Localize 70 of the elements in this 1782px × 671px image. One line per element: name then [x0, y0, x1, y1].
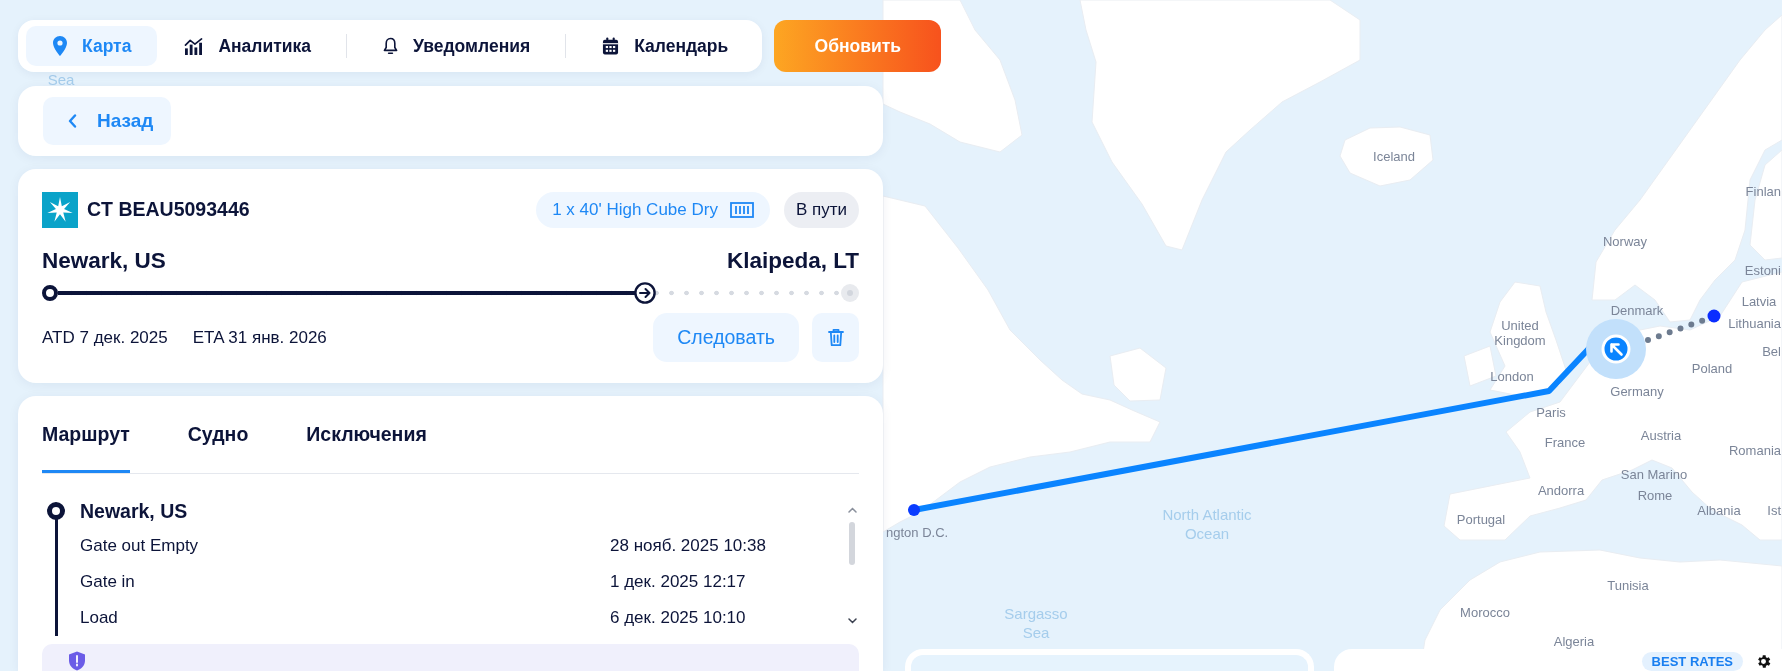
place-label: Estoni: [1744, 262, 1781, 278]
place-label: Denmark: [1610, 302, 1664, 318]
trash-icon: [827, 328, 844, 347]
vessel-marker-icon[interactable]: [1586, 319, 1646, 379]
stop-name: Newark, US: [80, 500, 189, 522]
place-label: Iceland: [1373, 148, 1415, 164]
container-icon: [729, 201, 754, 218]
settings-icon[interactable]: [1755, 653, 1772, 670]
map-pin-icon: [53, 36, 67, 56]
place-label: Norway: [1602, 233, 1648, 249]
chevron-down-icon[interactable]: [847, 618, 857, 624]
place-label: Andorra: [1537, 482, 1585, 498]
place-label: Algeria: [1553, 633, 1595, 649]
stop-marker-icon: [47, 502, 65, 520]
event-time: 1 дек. 2025 12:17: [610, 572, 747, 592]
bell-icon: [383, 37, 399, 55]
destination-dot-icon: [841, 284, 859, 302]
place-label: Ist: [1767, 502, 1781, 518]
water-label: Sea: [47, 69, 75, 89]
water-label: North Atlantic Ocean: [1161, 505, 1253, 543]
star-logo-icon: [42, 191, 78, 228]
place-label: Lithuania: [1728, 315, 1781, 331]
details-tab[interactable]: Исключения: [306, 422, 427, 473]
chevron-up-icon[interactable]: [847, 507, 857, 513]
place-label: France: [1544, 434, 1586, 450]
water-label: Sargasso Sea: [1003, 604, 1069, 642]
container-number: CT BEAU5093446: [87, 198, 250, 221]
place-label: Bel: [1762, 343, 1781, 359]
place-label: Albania: [1697, 502, 1741, 518]
delete-button[interactable]: [812, 313, 859, 362]
place-label: Rome: [1637, 487, 1673, 503]
place-label: Latvia: [1741, 293, 1777, 309]
place-label: Austria: [1640, 427, 1682, 443]
arrow-circle-icon: [634, 282, 657, 304]
shield-icon: [68, 651, 86, 671]
destination-dot: [1707, 309, 1721, 323]
place-label: Morocco: [1460, 604, 1510, 620]
nav-tab[interactable]: Аналитика: [157, 26, 338, 66]
origin-dot: [908, 504, 920, 516]
place-label: Romania: [1728, 442, 1781, 458]
place-label: Poland: [1691, 360, 1733, 376]
place-label: San Marino: [1620, 466, 1688, 482]
details-tab[interactable]: Судно: [187, 422, 249, 473]
status-badge: В пути: [783, 191, 859, 228]
nav-tab[interactable]: Уведомления: [356, 26, 557, 66]
place-label: Portugal: [1456, 511, 1506, 527]
scrollbar-thumb[interactable]: [849, 522, 855, 565]
place-label: London: [1490, 368, 1534, 384]
place-label: Tunisia: [1607, 577, 1649, 593]
bar-chart-icon: [184, 37, 204, 55]
place-label: Finlan: [1745, 183, 1781, 199]
event-name: Gate out Empty: [80, 536, 200, 556]
place-label: ngton D.C.: [886, 524, 949, 540]
chevron-left-icon: [68, 114, 77, 128]
origin-dot-icon: [42, 285, 58, 301]
place-label: Paris: [1536, 404, 1566, 420]
event-name: Load: [80, 608, 119, 628]
container-type-text: 1 x 40' High Cube Dry: [552, 199, 718, 220]
place-label: Germany: [1610, 383, 1664, 399]
event-time: 28 нояб. 2025 10:38: [610, 536, 767, 556]
nav-tab[interactable]: Календарь: [575, 26, 755, 66]
origin-city: Newark, US: [42, 248, 166, 274]
destination-city: Klaipeda, LT: [726, 248, 859, 274]
calendar-icon: [602, 37, 620, 55]
remaining-route-line: [1645, 317, 1707, 343]
departure-date: ATD 7 дек. 2025: [42, 327, 168, 348]
place-label: United Kingdom: [1493, 318, 1547, 348]
event-name: Gate in: [80, 572, 136, 592]
arrival-date: ETA 31 янв. 2026: [192, 327, 327, 348]
event-time: 6 дек. 2025 10:10: [610, 608, 747, 628]
